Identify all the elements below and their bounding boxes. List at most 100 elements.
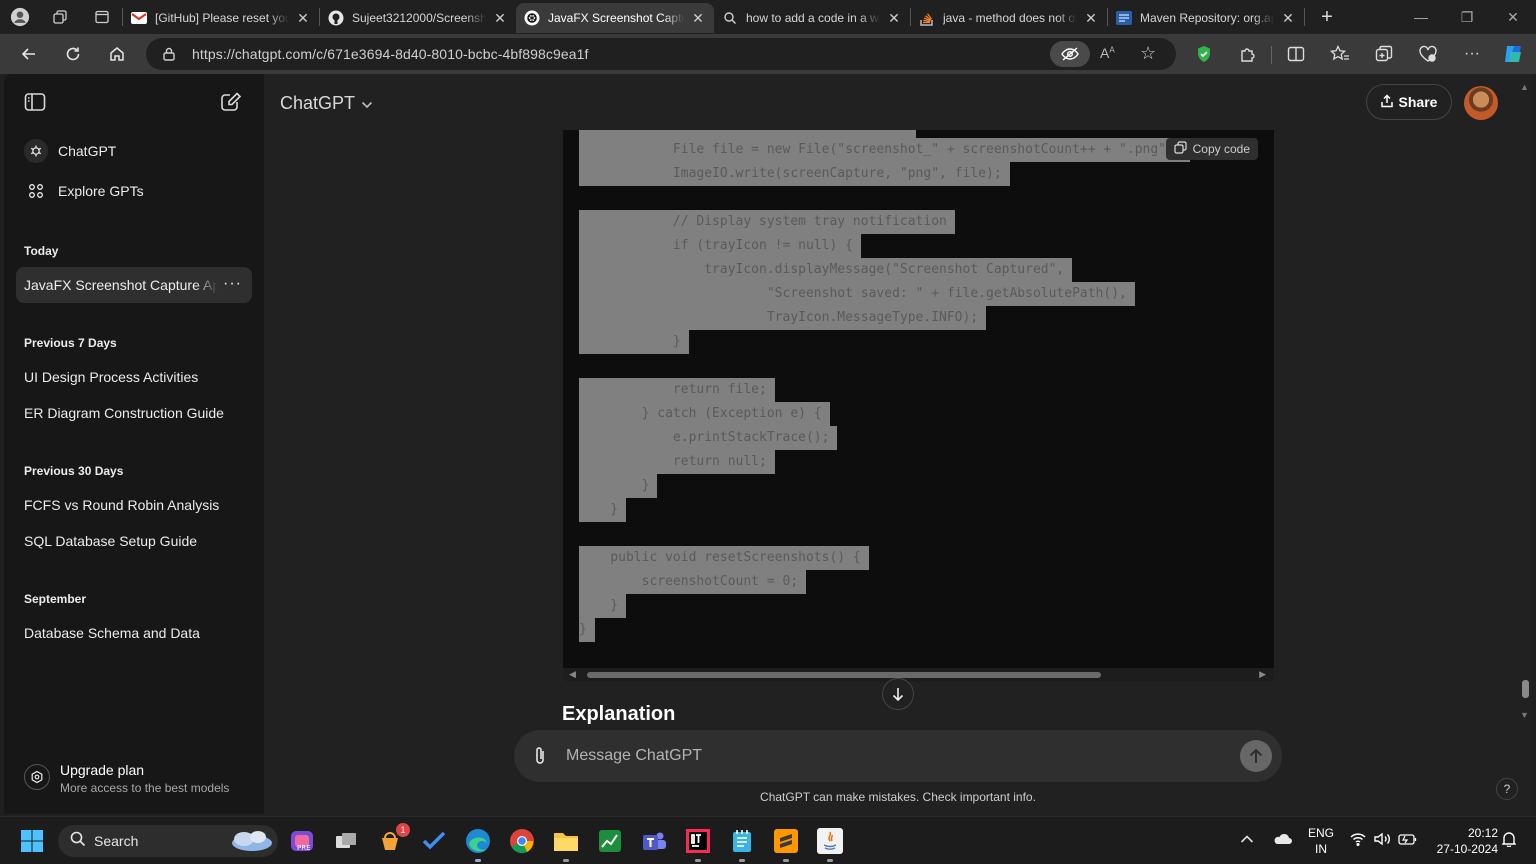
- horizontal-scrollbar[interactable]: ◀ ▶: [563, 668, 1274, 682]
- shield-extension-icon[interactable]: [1192, 42, 1216, 66]
- share-icon: [1380, 93, 1393, 111]
- split-screen-icon[interactable]: [1284, 42, 1308, 66]
- sidebar-item-chatgpt[interactable]: ChatGPT: [16, 133, 252, 169]
- running-indicator: [475, 859, 481, 862]
- new-chat-icon[interactable]: [220, 92, 242, 117]
- clock-time: 20:12: [1467, 826, 1498, 840]
- battery-icon[interactable]: [1398, 832, 1418, 851]
- upgrade-plan-button[interactable]: Upgrade plan More access to the best mod…: [16, 756, 252, 800]
- model-selector[interactable]: ChatGPT: [280, 90, 373, 116]
- home-icon[interactable]: [102, 39, 132, 69]
- windows-start-icon[interactable]: [16, 825, 48, 857]
- taskbar-search-box[interactable]: Search: [58, 825, 278, 857]
- code-line: }: [579, 330, 689, 354]
- url-text[interactable]: https://chatgpt.com/c/671e3694-8d40-8010…: [192, 46, 589, 62]
- language-indicator[interactable]: ENG IN: [1306, 825, 1336, 857]
- scroll-up-icon[interactable]: ▲: [1520, 82, 1529, 92]
- close-icon[interactable]: ✕: [1083, 10, 1099, 27]
- new-tab-icon[interactable]: +: [1311, 1, 1343, 33]
- volume-icon[interactable]: [1374, 832, 1392, 851]
- vertical-scrollbar[interactable]: ▲ ▼: [1518, 74, 1532, 814]
- task-manager-icon[interactable]: [594, 825, 626, 857]
- attach-icon[interactable]: [532, 745, 548, 772]
- scroll-to-bottom-button[interactable]: [882, 678, 914, 710]
- close-window-icon[interactable]: ✕: [1490, 0, 1536, 34]
- chat-history-item[interactable]: FCFS vs Round Robin Analysis: [16, 487, 252, 523]
- url-bar[interactable]: https://chatgpt.com/c/671e3694-8d40-8010…: [146, 38, 1176, 70]
- tab-stackoverflow[interactable]: java - method does not override ✕: [911, 3, 1107, 33]
- message-composer[interactable]: Message ChatGPT: [514, 730, 1282, 782]
- running-indicator: [827, 859, 833, 862]
- tab-maven[interactable]: Maven Repository: org.apache ✕: [1108, 3, 1304, 33]
- scrollbar-thumb[interactable]: [1522, 680, 1529, 698]
- sublime-text-icon[interactable]: [770, 825, 802, 862]
- send-button[interactable]: [1240, 740, 1272, 772]
- file-explorer-icon[interactable]: [550, 825, 582, 862]
- copy-code-button[interactable]: Copy code: [1165, 138, 1258, 160]
- tab-title: java - method does not override: [943, 11, 1077, 25]
- browser-essentials-icon[interactable]: [1416, 42, 1440, 66]
- favorite-star-icon[interactable]: ☆: [1140, 43, 1156, 64]
- lock-icon[interactable]: [162, 46, 176, 67]
- chrome-browser-icon[interactable]: [506, 825, 538, 857]
- message-input[interactable]: Message ChatGPT: [566, 747, 702, 765]
- back-icon[interactable]: [14, 39, 44, 69]
- restore-icon[interactable]: ❐: [1444, 0, 1490, 34]
- share-label: Share: [1398, 94, 1438, 110]
- chat-history-item[interactable]: ER Diagram Construction Guide: [16, 395, 252, 431]
- tab-search[interactable]: how to add a code in a web ✕: [714, 3, 910, 33]
- read-aloud-icon[interactable]: AA: [1100, 45, 1115, 61]
- intellij-icon[interactable]: [682, 825, 714, 862]
- upgrade-subtitle: More access to the best models: [60, 781, 230, 795]
- teams-icon[interactable]: [638, 825, 670, 857]
- java-icon[interactable]: [814, 825, 846, 862]
- tab-chatgpt[interactable]: JavaFX Screenshot Capture App ✕: [516, 3, 714, 33]
- close-icon[interactable]: ✕: [690, 10, 706, 27]
- scroll-left-icon[interactable]: ◀: [569, 669, 576, 680]
- toggle-sidebar-icon[interactable]: [24, 92, 46, 117]
- close-icon[interactable]: ✕: [295, 10, 311, 27]
- close-icon[interactable]: ✕: [1280, 10, 1296, 27]
- tab-gmail[interactable]: [GitHub] Please reset your password ✕: [123, 3, 319, 33]
- favorites-icon[interactable]: [1328, 42, 1352, 66]
- chat-history-item[interactable]: SQL Database Setup Guide: [16, 523, 252, 559]
- collections-icon[interactable]: [1372, 42, 1396, 66]
- tracking-prevention-icon[interactable]: [1050, 41, 1090, 67]
- notification-app-icon[interactable]: 1: [374, 823, 410, 857]
- workspaces-icon[interactable]: [50, 7, 70, 27]
- profile-icon[interactable]: [10, 7, 30, 27]
- sidebar-item-explore-gpts[interactable]: Explore GPTs: [16, 173, 252, 209]
- avatar[interactable]: [1464, 86, 1498, 120]
- more-menu-icon[interactable]: ···: [1460, 42, 1484, 66]
- todo-app-icon[interactable]: [418, 825, 450, 857]
- tab-github[interactable]: Sujeet3212000/Screenshot ✕: [320, 3, 516, 33]
- clock[interactable]: 20:12 27-10-2024: [1426, 825, 1498, 857]
- onedrive-icon[interactable]: [1272, 831, 1292, 850]
- notepad-icon[interactable]: [726, 825, 758, 862]
- toolbar-separator: [1271, 46, 1272, 64]
- copy-code-label: Copy code: [1192, 142, 1250, 156]
- copilot-icon[interactable]: [1502, 42, 1526, 66]
- chat-history-item[interactable]: Database Schema and Data: [16, 615, 252, 651]
- close-icon[interactable]: ✕: [492, 10, 508, 27]
- chat-history-item[interactable]: UI Design Process Activities: [16, 359, 252, 395]
- share-button[interactable]: Share: [1366, 84, 1452, 120]
- extensions-puzzle-icon[interactable]: [1236, 42, 1260, 66]
- task-view-icon[interactable]: [330, 825, 362, 857]
- chat-history-item[interactable]: JavaFX Screenshot Capture App ···: [16, 267, 252, 303]
- close-icon[interactable]: ✕: [886, 10, 902, 27]
- refresh-icon[interactable]: [58, 39, 88, 69]
- scroll-right-icon[interactable]: ▶: [1259, 669, 1266, 680]
- wifi-icon[interactable]: [1350, 832, 1366, 851]
- notification-center-icon[interactable]: [1501, 831, 1517, 852]
- scroll-down-icon[interactable]: ▼: [1520, 710, 1529, 720]
- chat-options-icon[interactable]: ···: [223, 275, 242, 293]
- show-hidden-icons[interactable]: [1240, 831, 1254, 849]
- scrollbar-thumb[interactable]: [587, 672, 1101, 678]
- edge-browser-icon[interactable]: [462, 825, 494, 862]
- copilot-app-icon[interactable]: PRE: [286, 825, 318, 857]
- sidebar-item-label: ER Diagram Construction Guide: [24, 405, 224, 421]
- minimize-icon[interactable]: —: [1398, 0, 1444, 34]
- help-button[interactable]: ?: [1496, 778, 1518, 800]
- tab-actions-icon[interactable]: [92, 7, 112, 27]
